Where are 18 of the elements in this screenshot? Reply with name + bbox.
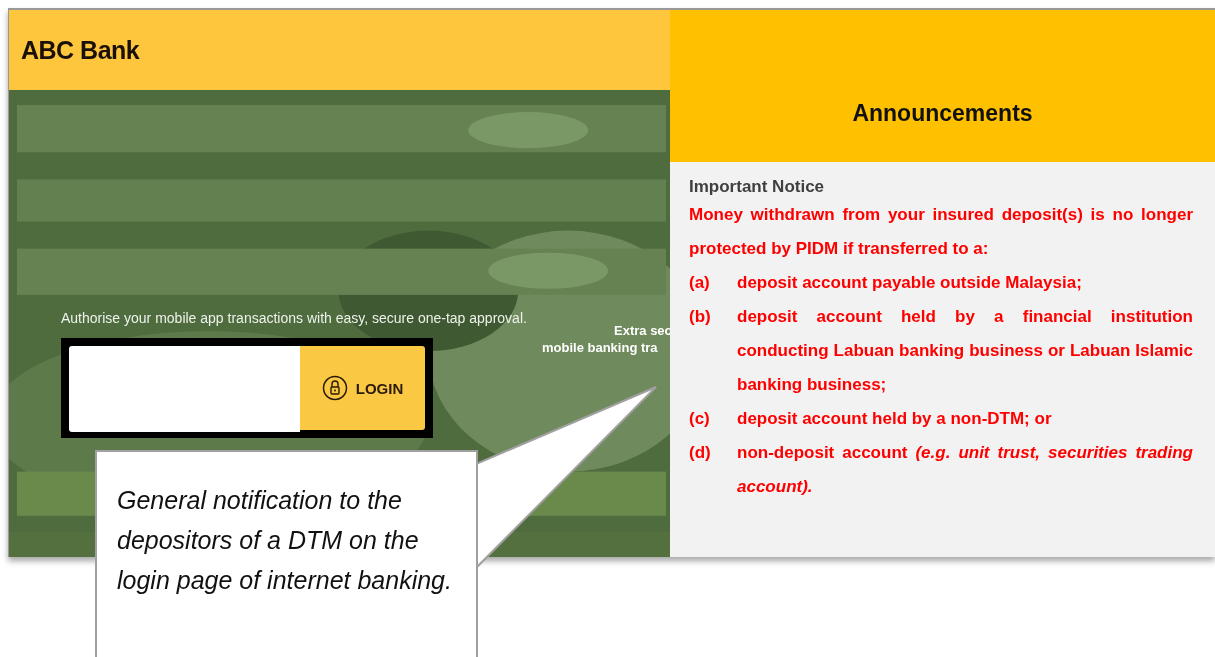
login-button[interactable]: LOGIN xyxy=(300,346,425,430)
bank-name: ABC Bank xyxy=(21,35,140,65)
panel-title: Announcements xyxy=(852,99,1033,127)
promo-text: mobile banking tra xyxy=(542,339,658,356)
list-marker: (d) xyxy=(689,442,712,464)
list-item-text: deposit account held by a non-DTM; or xyxy=(737,408,1053,430)
list-marker: (c) xyxy=(689,408,711,430)
lock-icon xyxy=(321,375,348,401)
list-item-text: deposit account payable outside Malaysia; xyxy=(737,272,1083,294)
notice-text: Money withdrawn from your insured deposit(s) is no longer protected by PIDM if transferred to a: xyxy=(689,204,1193,260)
login-field[interactable] xyxy=(69,346,300,432)
list-item-text: deposit account held by a financial institution conducting Labuan banking business or Labuan Islamic banking business; xyxy=(737,306,1193,396)
tagline: Authorise your mobile app transactions with easy, secure one-tap approval. xyxy=(61,310,527,328)
list-marker: (b) xyxy=(689,306,712,328)
notice-heading: Important Notice xyxy=(689,176,826,198)
list-marker: (a) xyxy=(689,272,711,294)
list-item-text: non-deposit account (e.g. unit trust, securities trading account). xyxy=(737,442,1193,498)
callout-text: General notification to the depositors of a DTM on the login page of internet banking. xyxy=(117,485,453,596)
